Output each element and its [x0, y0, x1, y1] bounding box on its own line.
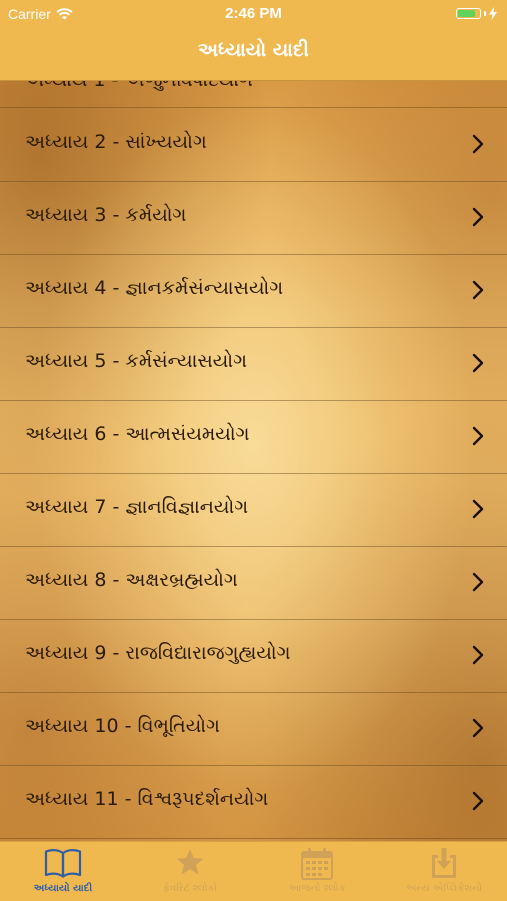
tab-label: અન્ય એપ્લિકેશનો: [405, 883, 483, 894]
chapter-row[interactable]: અધ્યાય 3 - કર્મયોગ: [0, 181, 507, 255]
chevron-right-icon: [472, 572, 484, 592]
chapter-label: અધ્યાય 3 - કર્મયોગ: [25, 204, 187, 226]
tab-chapter-list[interactable]: અધ્યાયો યાદી: [0, 842, 126, 901]
chapter-label: અધ્યાય 2 - સાંખ્યયોગ: [25, 131, 207, 153]
tab-today-shloka[interactable]: આજનો શ્લોક: [254, 842, 380, 901]
book-icon: [44, 849, 82, 878]
chevron-right-icon: [472, 718, 484, 738]
chevron-right-icon: [472, 207, 484, 227]
chapter-label: અધ્યાય 9 - રાજવિદ્યારાજગુહ્યયોગ: [25, 642, 291, 664]
chevron-right-icon: [472, 134, 484, 154]
chapter-label: અધ્યાય 8 - અક્ષરબ્રહ્મયોગ: [25, 569, 238, 591]
chevron-right-icon: [472, 791, 484, 811]
page-title: અધ્યાયો યાદી: [198, 39, 309, 61]
tab-label: અધ્યાયો યાદી: [33, 883, 93, 894]
chapter-row[interactable]: અધ્યાય 2 - સાંખ્યયોગ: [0, 108, 507, 182]
chevron-right-icon: [472, 426, 484, 446]
chevron-right-icon: [472, 499, 484, 519]
chapter-row[interactable]: અધ્યાય 8 - અક્ષરબ્રહ્મયોગ: [0, 546, 507, 620]
chapter-row[interactable]: અધ્યાય 9 - રાજવિદ્યારાજગુહ્યયોગ: [0, 619, 507, 693]
chapter-row[interactable]: અધ્યાય 11 - વિશ્વરૂપદર્શનયોગ: [0, 765, 507, 839]
chapter-row[interactable]: અધ્યાય 5 - કર્મસંન્યાસયોગ: [0, 327, 507, 401]
chapter-label: અધ્યાય 7 - જ્ઞાનવિજ્ઞાનયોગ: [25, 496, 249, 518]
chapter-row[interactable]: અધ્યાય 6 - આત્મસંયમયોગ: [0, 400, 507, 474]
star-icon: [176, 849, 204, 875]
status-bar: Carrier 2:46 PM: [0, 0, 507, 28]
chapter-label: અધ્યાય 6 - આત્મસંયમયોગ: [25, 423, 250, 445]
chevron-right-icon: [472, 645, 484, 665]
tab-bar: અધ્યાયો યાદી ફેવરિટ શ્લોકો આજનો શ્લોક અન…: [0, 841, 507, 901]
tab-other-apps[interactable]: અન્ય એપ્લિકેશનો: [381, 842, 507, 901]
navigation-bar: અધ્યાયો યાદી: [0, 28, 507, 81]
tab-favorite-shlokas[interactable]: ફેવરિટ શ્લોકો: [127, 842, 253, 901]
chapter-row[interactable]: અધ્યાય 7 - જ્ઞાનવિજ્ઞાનયોગ: [0, 473, 507, 547]
battery-icon: [456, 8, 481, 19]
chapter-label: અધ્યાય 11 - વિશ્વરૂપદર્શનયોગ: [25, 788, 269, 810]
battery-indicator: [456, 7, 497, 20]
list-item-label: અધ્યાય 1 - અર્જુનવિષાદયોગ: [24, 81, 253, 91]
chapter-label: અધ્યાય 10 - વિભૂતિયોગ: [25, 715, 220, 737]
chevron-right-icon: [472, 353, 484, 373]
chapter-row[interactable]: અધ્યાય 10 - વિભૂતિયોગ: [0, 692, 507, 766]
chapter-label: અધ્યાય 5 - કર્મસંન્યાસયોગ: [25, 350, 247, 372]
list-item-partial[interactable]: અધ્યાય 1 - અર્જુનવિષાદયોગ: [0, 81, 507, 108]
status-time: 2:46 PM: [225, 5, 282, 22]
download-icon: [432, 848, 456, 878]
tab-label: આજનો શ્લોક: [288, 883, 346, 894]
chapter-list[interactable]: અધ્યાય 1 - અર્જુનવિષાદયોગ અધ્યાય 2 - સાં…: [0, 81, 507, 841]
tab-label: ફેવરિટ શ્લોકો: [162, 883, 218, 894]
chapter-label: અધ્યાય 4 - જ્ઞાનકર્મસંન્યાસયોગ: [25, 277, 284, 299]
charging-bolt-icon: [489, 7, 497, 20]
calendar-icon: [301, 848, 333, 880]
chevron-right-icon: [472, 280, 484, 300]
chapter-row[interactable]: અધ્યાય 4 - જ્ઞાનકર્મસંન્યાસયોગ: [0, 254, 507, 328]
